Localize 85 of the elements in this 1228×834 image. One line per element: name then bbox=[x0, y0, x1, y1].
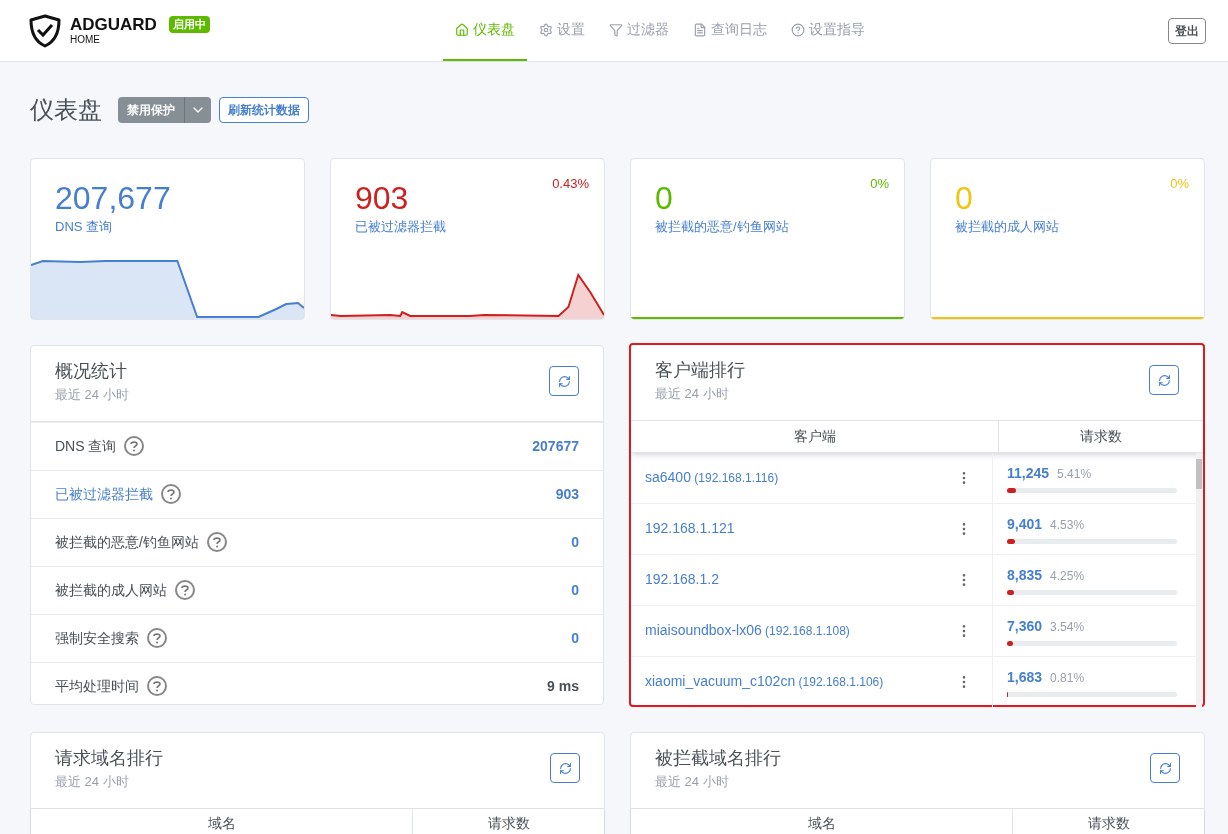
percent-label: 0.43% bbox=[552, 175, 589, 193]
refresh-icon bbox=[1157, 373, 1171, 387]
card-title: 概况统计 bbox=[55, 360, 128, 383]
help-icon[interactable] bbox=[124, 436, 145, 456]
client-name[interactable]: xiaomi_vacuum_c102cn (192.168.1.106) bbox=[645, 671, 884, 692]
card-title: 被拦截域名排行 bbox=[655, 747, 781, 770]
disable-protection-button[interactable]: 禁用保护 bbox=[118, 97, 211, 123]
request-count: 11,245 bbox=[1007, 463, 1050, 483]
help-icon[interactable] bbox=[147, 676, 167, 696]
request-percent: 5.41% bbox=[1057, 465, 1092, 483]
request-count: 8,835 bbox=[1007, 565, 1043, 585]
request-percent: 4.53% bbox=[1050, 516, 1085, 534]
stat-label: DNS 查询 bbox=[55, 218, 113, 236]
brand-subtitle: HOME bbox=[70, 35, 101, 45]
refresh-stats-button[interactable]: 刷新统计数据 bbox=[219, 97, 309, 123]
settings-icon bbox=[538, 22, 553, 37]
status-badge: 启用中 bbox=[168, 16, 210, 33]
request-count: 7,360 bbox=[1007, 616, 1043, 636]
stat-row-value: 0 bbox=[571, 628, 579, 648]
nav-tab[interactable]: 设置 bbox=[526, 0, 597, 61]
document-icon bbox=[692, 22, 707, 37]
request-percent: 0.81% bbox=[1050, 669, 1085, 687]
stat-row-value: 0 bbox=[571, 532, 579, 552]
stat-row-value: 903 bbox=[555, 484, 579, 504]
card-subtitle: 最近 24 小时 bbox=[55, 773, 130, 791]
refresh-button[interactable] bbox=[1150, 753, 1180, 784]
brand-name: ADGUARD bbox=[70, 16, 157, 33]
refresh-button[interactable] bbox=[1149, 365, 1179, 396]
refresh-icon bbox=[1158, 761, 1172, 775]
column-header[interactable]: 请求数 bbox=[413, 808, 604, 834]
stat-row-label: DNS 查询 bbox=[55, 436, 117, 456]
stat-row-label: 强制安全搜索 bbox=[55, 628, 139, 648]
filter-icon bbox=[608, 22, 623, 37]
client-name[interactable]: 192.168.1.121 bbox=[645, 518, 735, 539]
logout-button[interactable]: 登出 bbox=[1168, 17, 1206, 44]
stat-value: 0 bbox=[955, 179, 973, 217]
nav-tab[interactable]: 仪表盘 bbox=[442, 0, 527, 61]
card-subtitle: 最近 24 小时 bbox=[655, 385, 730, 403]
nav-tab[interactable]: 设置指导 bbox=[778, 0, 877, 61]
percent-label: 0% bbox=[870, 175, 889, 193]
stat-row-value: 207677 bbox=[532, 436, 579, 456]
column-header[interactable]: 请求数 bbox=[1013, 808, 1204, 834]
stat-row-label[interactable]: 已被过滤器拦截 bbox=[55, 483, 153, 505]
card-subtitle: 最近 24 小时 bbox=[55, 386, 129, 404]
refresh-icon bbox=[558, 761, 572, 775]
stat-value: 0 bbox=[655, 179, 673, 217]
nav-tab[interactable]: 过滤器 bbox=[596, 0, 681, 61]
home-icon bbox=[454, 22, 469, 37]
percent-label: 0% bbox=[1170, 175, 1189, 193]
stat-value: 903 bbox=[355, 179, 409, 217]
refresh-button[interactable] bbox=[549, 366, 579, 397]
stat-row-label: 被拦截的恶意/钓鱼网站 bbox=[55, 532, 199, 552]
stat-value: 207,677 bbox=[55, 179, 171, 217]
stat-row-value: 9 ms bbox=[547, 676, 579, 696]
column-header[interactable]: 域名 bbox=[31, 808, 414, 834]
help-icon[interactable] bbox=[161, 484, 181, 504]
column-header[interactable]: 请求数 bbox=[999, 420, 1203, 452]
help-icon bbox=[790, 22, 805, 37]
stat-row-label: 被拦截的成人网站 bbox=[55, 580, 167, 600]
shield-logo-icon bbox=[28, 13, 62, 48]
column-header[interactable]: 客户端 bbox=[631, 420, 999, 452]
client-name[interactable]: 192.168.1.2 bbox=[645, 569, 719, 590]
stat-row-label: 平均处理时间 bbox=[55, 676, 139, 696]
help-icon[interactable] bbox=[147, 628, 167, 648]
column-header[interactable]: 域名 bbox=[631, 808, 1014, 834]
nav-tab[interactable]: 查询日志 bbox=[680, 0, 779, 61]
help-icon[interactable] bbox=[206, 532, 227, 552]
refresh-button[interactable] bbox=[550, 753, 580, 784]
card-title: 请求域名排行 bbox=[55, 747, 163, 770]
page-title: 仪表盘 bbox=[30, 95, 102, 125]
stat-row-value: 0 bbox=[571, 580, 579, 600]
request-percent: 3.54% bbox=[1050, 618, 1085, 636]
card-title: 客户端排行 bbox=[655, 359, 745, 382]
request-count: 9,401 bbox=[1007, 514, 1043, 534]
refresh-icon bbox=[557, 374, 571, 388]
card-subtitle: 最近 24 小时 bbox=[655, 773, 730, 791]
stat-label: 被拦截的恶意/钓鱼网站 bbox=[655, 218, 789, 236]
help-icon[interactable] bbox=[175, 580, 195, 600]
scrollbar[interactable] bbox=[1196, 452, 1202, 708]
stat-label: 已被过滤器拦截 bbox=[355, 218, 446, 236]
request-count: 1,683 bbox=[1007, 667, 1043, 687]
client-name[interactable]: sa6400 (192.168.1.116) bbox=[645, 467, 779, 488]
request-percent: 4.25% bbox=[1050, 567, 1085, 585]
stat-label: 被拦截的成人网站 bbox=[955, 218, 1059, 236]
client-name[interactable]: miaisoundbox-lx06 (192.168.1.108) bbox=[645, 620, 850, 641]
